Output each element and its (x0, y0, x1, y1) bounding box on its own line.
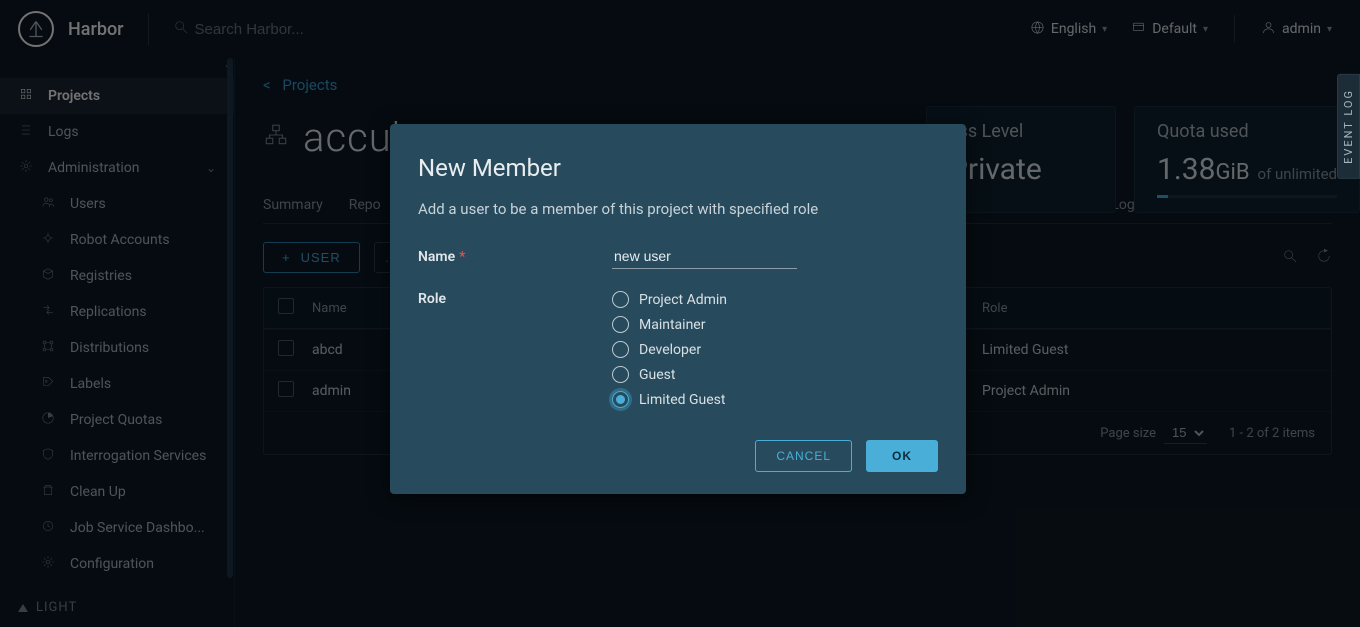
radio-icon (612, 316, 629, 333)
role-option-label: Developer (639, 342, 701, 358)
radio-icon (612, 366, 629, 383)
member-name-input[interactable] (612, 244, 797, 269)
role-option-developer[interactable]: Developer (612, 341, 727, 358)
ok-button[interactable]: OK (866, 440, 938, 472)
role-option-project-admin[interactable]: Project Admin (612, 291, 727, 308)
role-option-label: Maintainer (639, 317, 705, 333)
role-option-label: Limited Guest (639, 392, 725, 408)
new-member-modal: New Member Add a user to be a member of … (390, 124, 966, 494)
role-option-label: Project Admin (639, 292, 727, 308)
role-option-maintainer[interactable]: Maintainer (612, 316, 727, 333)
role-option-guest[interactable]: Guest (612, 366, 727, 383)
cancel-button[interactable]: CANCEL (755, 440, 852, 472)
name-field-label: Name* (418, 249, 612, 265)
modal-title: New Member (418, 154, 938, 182)
role-field-label: Role (418, 291, 612, 408)
radio-icon (612, 391, 629, 408)
radio-icon (612, 341, 629, 358)
modal-subtitle: Add a user to be a member of this projec… (418, 200, 938, 218)
radio-icon (612, 291, 629, 308)
event-log-tab[interactable]: EVENT LOG (1337, 74, 1360, 179)
role-option-limited-guest[interactable]: Limited Guest (612, 391, 727, 408)
role-option-label: Guest (639, 367, 675, 383)
